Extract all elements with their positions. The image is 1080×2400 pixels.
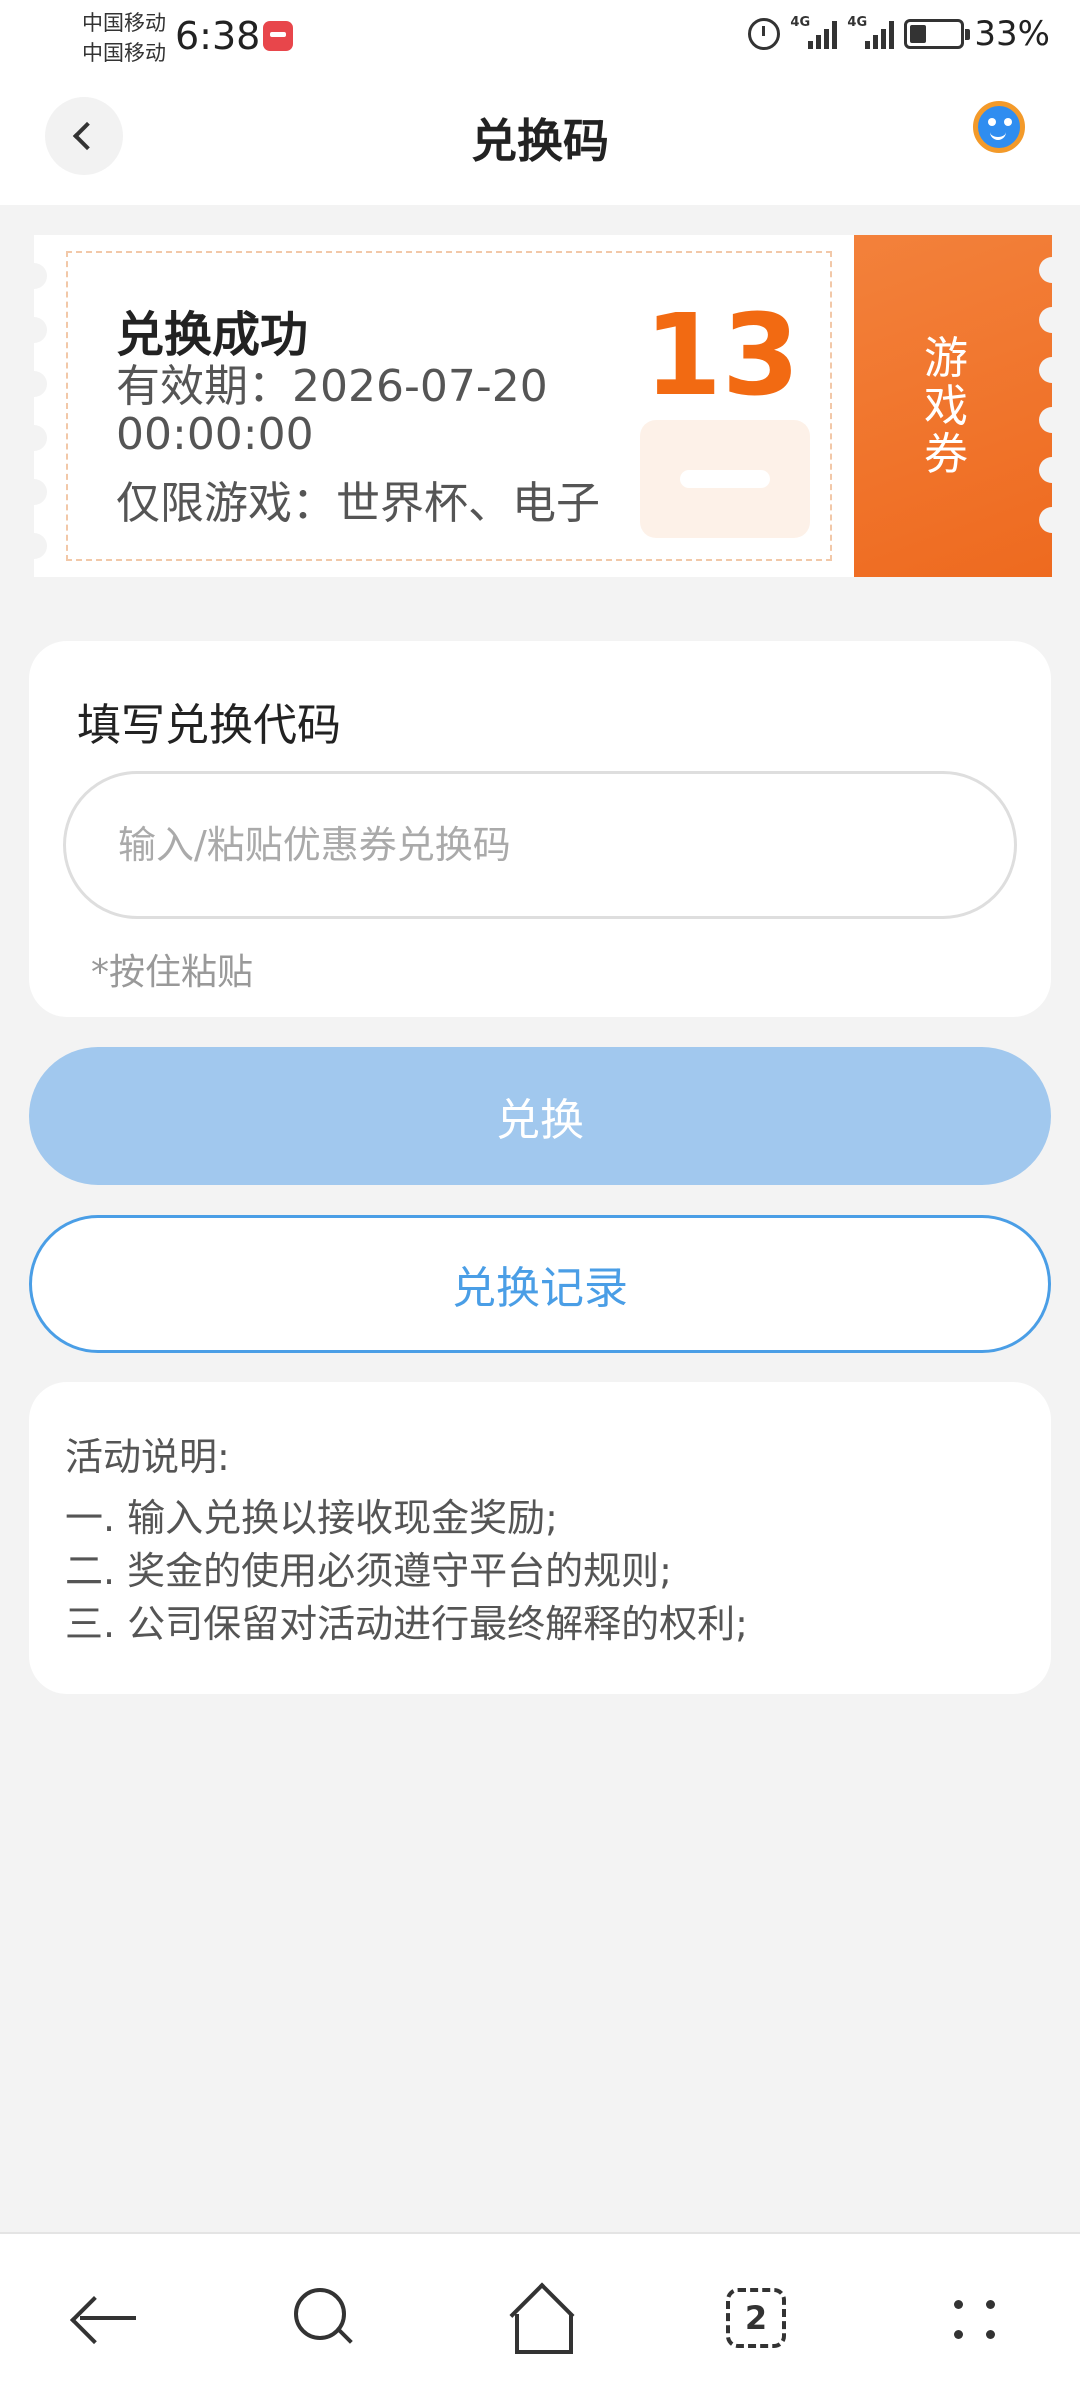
carrier-1: 中国移动 [82, 11, 166, 35]
paste-hint: *按住粘贴 [91, 952, 254, 993]
status-time: 6:38 [175, 14, 261, 58]
network-type-2: 4G [847, 15, 868, 30]
customer-service-icon[interactable] [973, 101, 1025, 153]
nav-more-icon[interactable] [934, 2278, 1014, 2358]
redeem-form-card: 填写兑换代码 *按住粘贴 [29, 641, 1051, 1017]
coupon-status: 兑换成功 [116, 307, 309, 363]
nav-tabs-icon[interactable]: 2 [716, 2278, 796, 2358]
coupon-games: 仅限游戏：世界杯、电子 [116, 478, 600, 529]
status-bar: 中国移动 中国移动 6:38 4G 4G 33% [0, 0, 1080, 75]
info-item: 二. 奖金的使用必须遵守平台的规则; [65, 1549, 672, 1593]
page-title: 兑换码 [471, 114, 609, 168]
activity-info-card: 活动说明: 一. 输入兑换以接收现金奖励; 二. 奖金的使用必须遵守平台的规则;… [29, 1382, 1051, 1694]
network-type-1: 4G [790, 15, 811, 30]
info-item: 一. 输入兑换以接收现金奖励; [65, 1496, 558, 1540]
redeem-button[interactable]: 兑换 [29, 1047, 1051, 1185]
redeem-code-input[interactable] [63, 771, 1017, 919]
coupon-amount: 13 [644, 291, 800, 421]
form-label: 填写兑换代码 [77, 700, 341, 751]
info-list: 一. 输入兑换以接收现金奖励; 二. 奖金的使用必须遵守平台的规则; 三. 公司… [65, 1492, 748, 1651]
coupon-validity: 有效期：2026-07-20 00:00:00 [116, 361, 548, 460]
coupon-body: 兑换成功 有效期：2026-07-20 00:00:00 仅限游戏：世界杯、电子… [34, 235, 854, 577]
page-header: 兑换码 [0, 75, 1080, 205]
coupon-card: 兑换成功 有效期：2026-07-20 00:00:00 仅限游戏：世界杯、电子… [34, 235, 1052, 577]
signal-icon-2: 4G [847, 15, 895, 49]
status-icons: 4G 4G 33% [748, 14, 1050, 54]
carrier-info: 中国移动 中国移动 [82, 8, 166, 68]
coupon-type-label: 游戏券 [924, 333, 968, 480]
carrier-2: 中国移动 [82, 41, 166, 65]
info-item: 三. 公司保留对活动进行最终解释的权利; [65, 1602, 748, 1646]
signal-icon: 4G [790, 15, 838, 49]
info-title: 活动说明: [65, 1435, 230, 1479]
nav-back-arrow-icon[interactable] [68, 2278, 148, 2358]
app-notification-icon [263, 21, 293, 51]
coupon-stub: 游戏券 [854, 235, 1052, 577]
battery-icon [904, 19, 971, 49]
tab-count: 2 [726, 2288, 786, 2348]
nav-search-icon[interactable] [282, 2278, 362, 2358]
nav-home-icon[interactable] [500, 2278, 580, 2358]
battery-level: 33% [974, 14, 1050, 54]
system-nav-bar: 2 [0, 2232, 1080, 2400]
coupon-watermark-icon [640, 420, 810, 538]
redeem-history-button[interactable]: 兑换记录 [29, 1215, 1051, 1353]
alarm-icon [748, 18, 781, 50]
